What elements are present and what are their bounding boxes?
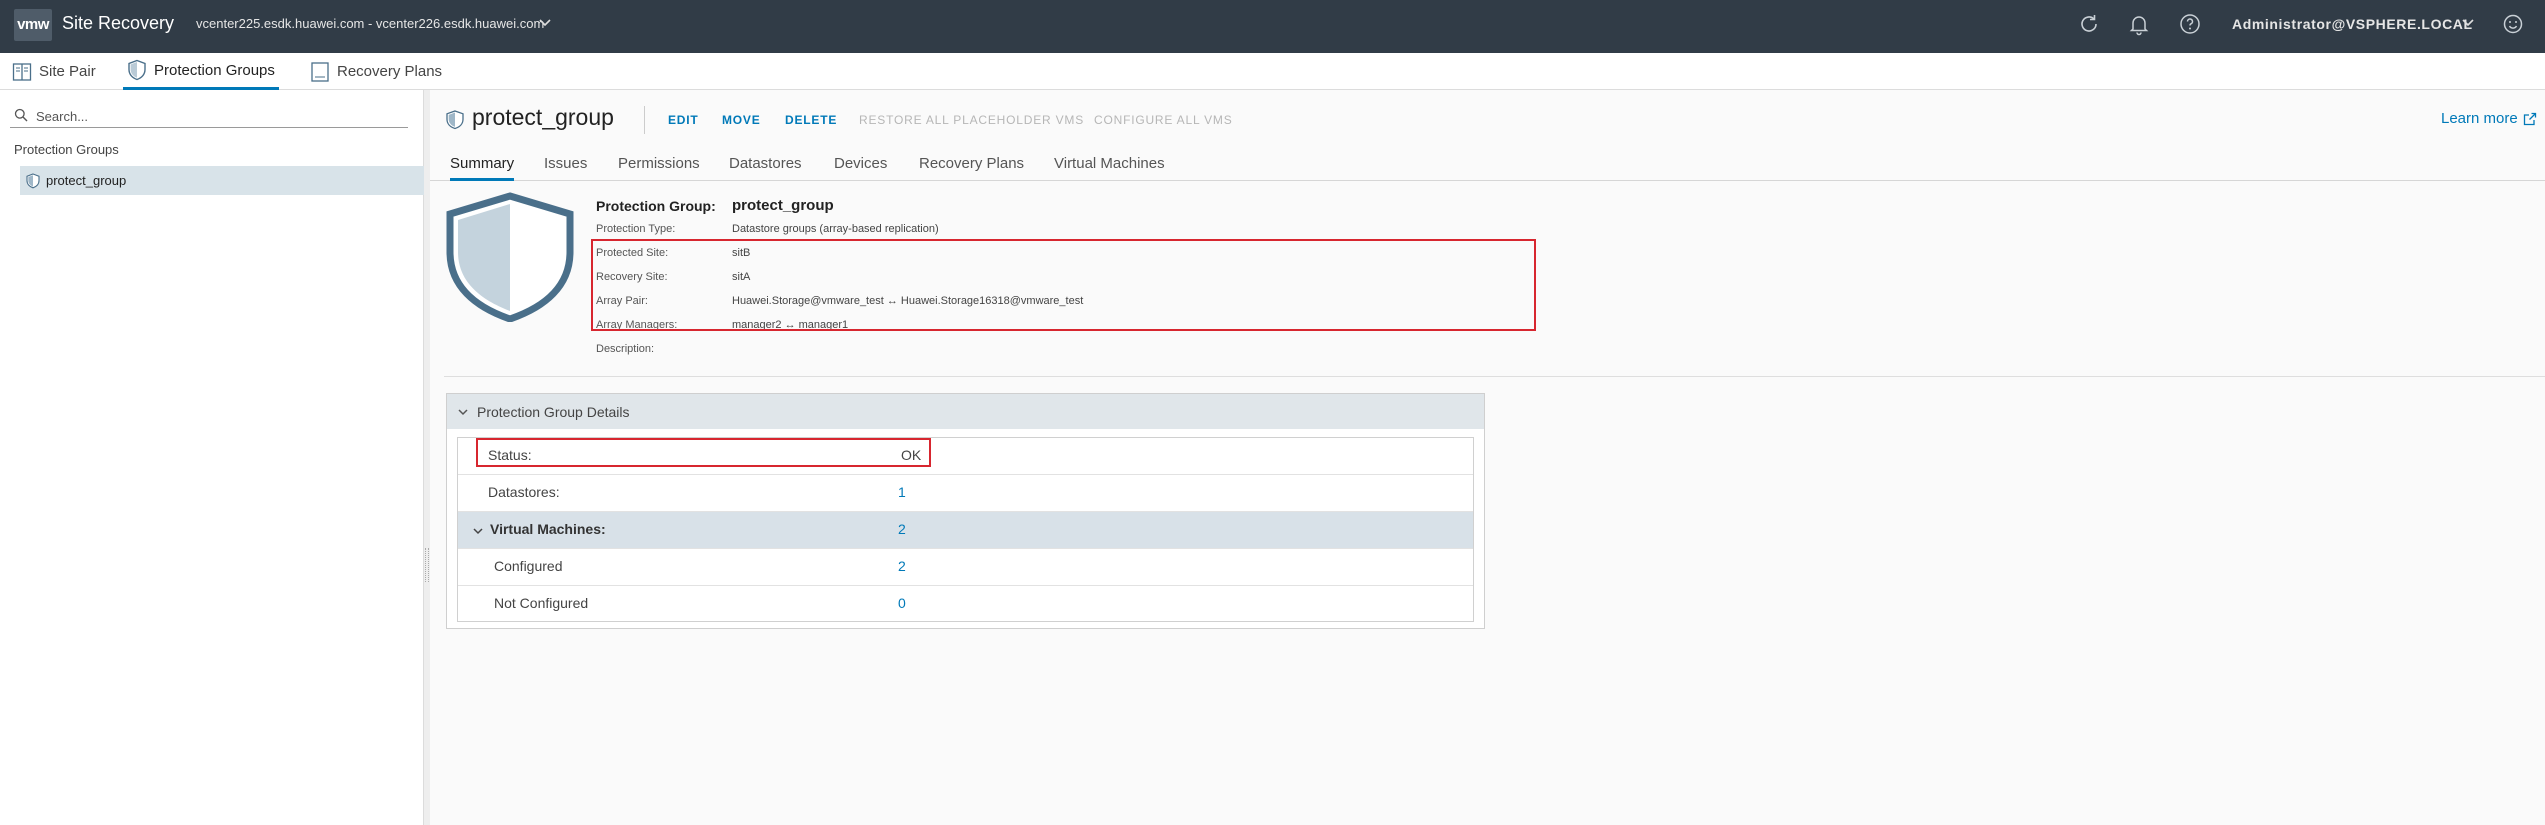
top-tab-bar: Site Pair Protection Groups Recovery Pla… [0, 53, 2545, 90]
tab-protection-groups[interactable]: Protection Groups [123, 53, 279, 90]
app-title: Site Recovery [62, 13, 175, 33]
external-link-icon [2523, 112, 2536, 125]
main-content: protect_group EDIT MOVE DELETE RESTORE A… [430, 90, 2545, 825]
virtual-machines-label: Virtual Machines: [490, 521, 606, 537]
splitter-grip[interactable] [425, 548, 429, 582]
sidebar-item-label: protect_group [46, 173, 127, 188]
tab-devices[interactable]: Devices [834, 148, 887, 181]
table-row: Configured 2 [458, 549, 1473, 586]
tab-virtual-machines[interactable]: Virtual Machines [1054, 148, 1165, 181]
smiley-icon[interactable] [2501, 12, 2525, 36]
virtual-machines-count-link[interactable]: 2 [898, 521, 906, 537]
help-icon[interactable] [2178, 12, 2202, 36]
sidebar-item-protect-group[interactable]: protect_group [20, 166, 424, 195]
highlight-box [591, 239, 1536, 331]
divider [444, 376, 2545, 377]
search-icon [14, 108, 28, 122]
tab-permissions[interactable]: Permissions [618, 148, 700, 181]
learn-more-label: Learn more [2441, 110, 2518, 127]
not-configured-count-link[interactable]: 0 [898, 595, 906, 611]
table-row: Datastores: 1 [458, 475, 1473, 512]
sidebar: Protection Groups protect_group [0, 90, 424, 825]
restore-placeholder-vms-button[interactable]: RESTORE ALL PLACEHOLDER VMS [859, 113, 1084, 127]
learn-more-link[interactable]: Learn more [2441, 110, 2537, 127]
configured-count-link[interactable]: 2 [898, 558, 906, 574]
chevron-down-icon[interactable] [538, 16, 552, 30]
chevron-down-icon[interactable] [472, 525, 484, 537]
site-pair-icon [12, 62, 32, 81]
plan-icon [311, 61, 329, 82]
summary-tab-bar: Summary Issues Permissions Datastores De… [430, 148, 2545, 181]
tab-label: Protection Groups [154, 61, 275, 79]
protection-group-value: protect_group [732, 197, 834, 214]
chevron-down-icon[interactable] [457, 406, 469, 418]
bell-icon[interactable] [2127, 12, 2151, 36]
description-label: Description: [596, 343, 655, 355]
divider [644, 106, 645, 134]
delete-button[interactable]: DELETE [785, 113, 837, 127]
shield-icon [446, 110, 464, 130]
tab-recovery-plans[interactable]: Recovery Plans [310, 53, 442, 90]
tab-site-pair[interactable]: Site Pair [12, 53, 96, 90]
datastores-count-link[interactable]: 1 [898, 484, 906, 500]
shield-icon [128, 59, 146, 81]
chevron-down-icon[interactable] [2461, 16, 2475, 30]
search-box [10, 106, 408, 128]
protection-type-label: Protection Type: [596, 223, 676, 235]
tab-issues[interactable]: Issues [544, 148, 587, 181]
details-panel-header[interactable]: Protection Group Details [447, 394, 1484, 429]
sidebar-heading: Protection Groups [14, 142, 119, 157]
tab-summary[interactable]: Summary [450, 148, 515, 181]
highlight-box [476, 438, 931, 467]
search-input[interactable] [36, 106, 396, 126]
datastores-label: Datastores: [488, 484, 560, 500]
tab-datastores[interactable]: Datastores [729, 148, 802, 181]
page-title: protect_group [472, 104, 614, 130]
configured-label: Configured [494, 558, 563, 574]
tab-label: Recovery Plans [337, 63, 443, 80]
table-row: Not Configured 0 [458, 586, 1473, 623]
top-header: vmw Site Recovery vcenter225.esdk.huawei… [0, 0, 2545, 53]
protection-group-details-panel: Protection Group Details Status: OK Data… [446, 393, 1485, 629]
protection-type-value: Datastore groups (array-based replicatio… [732, 223, 939, 235]
protection-group-label: Protection Group: [596, 198, 716, 214]
edit-button[interactable]: EDIT [668, 113, 699, 127]
user-menu[interactable]: Administrator@VSPHERE.LOCAL [2232, 16, 2473, 32]
protection-group-shield-icon [446, 192, 574, 322]
shield-icon [26, 172, 40, 188]
details-panel-title: Protection Group Details [477, 403, 630, 420]
table-row-group[interactable]: Virtual Machines: 2 [458, 512, 1473, 549]
refresh-icon[interactable] [2077, 12, 2101, 36]
tab-recovery-plans[interactable]: Recovery Plans [919, 148, 1024, 181]
vmware-logo: vmw [14, 9, 52, 41]
vcenter-selector[interactable]: vcenter225.esdk.huawei.com - vcenter226.… [196, 16, 544, 31]
configure-all-vms-button[interactable]: CONFIGURE ALL VMS [1094, 113, 1233, 127]
move-button[interactable]: MOVE [722, 113, 761, 127]
not-configured-label: Not Configured [494, 595, 589, 611]
tab-label: Site Pair [39, 63, 96, 80]
